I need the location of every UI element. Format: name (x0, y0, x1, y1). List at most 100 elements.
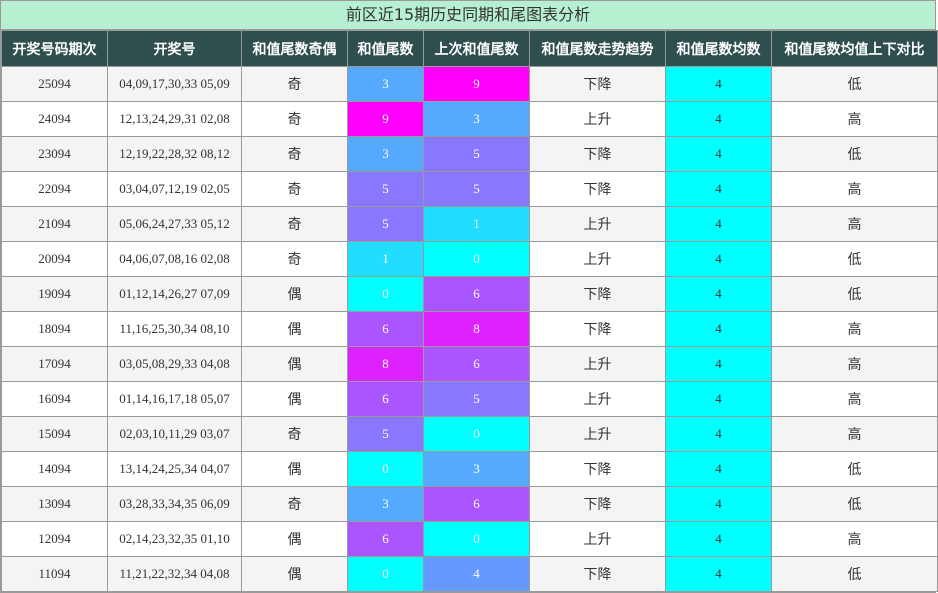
prev-tail-cell: 8 (423, 311, 530, 347)
compare-cell: 高 (771, 171, 938, 207)
issue-cell: 19094 (1, 276, 108, 312)
trend-cell: 上升 (529, 241, 666, 277)
compare-cell: 低 (771, 276, 938, 312)
compare-cell: 高 (771, 381, 938, 417)
table-row: 25094 04,09,17,30,33 05,09 奇 3 9 下降 4 低 (1, 66, 938, 102)
header-row: 开奖号码期次 开奖号 和值尾数奇偶 和值尾数 上次和值尾数 和值尾数走势趋势 和… (1, 30, 938, 67)
prev-tail-cell: 5 (423, 381, 530, 417)
tail-cell: 3 (347, 66, 424, 102)
parity-cell: 偶 (241, 521, 348, 557)
issue-cell: 18094 (1, 311, 108, 347)
table-row: 11094 11,21,22,32,34 04,08 偶 0 4 下降 4 低 (1, 556, 938, 592)
parity-cell: 偶 (241, 276, 348, 312)
page-title: 前区近15期历史同期和尾图表分析 (1, 1, 935, 30)
issue-cell: 15094 (1, 416, 108, 452)
tail-cell: 5 (347, 206, 424, 242)
parity-cell: 奇 (241, 101, 348, 137)
numbers-cell: 01,14,16,17,18 05,07 (107, 381, 242, 417)
tail-cell: 6 (347, 311, 424, 347)
issue-cell: 24094 (1, 101, 108, 137)
tail-cell: 5 (347, 171, 424, 207)
avg-cell: 4 (665, 486, 772, 522)
trend-cell: 下降 (529, 311, 666, 347)
col-header-compare: 和值尾数均值上下对比 (771, 30, 938, 67)
compare-cell: 低 (771, 556, 938, 592)
parity-cell: 偶 (241, 556, 348, 592)
issue-cell: 20094 (1, 241, 108, 277)
prev-tail-cell: 5 (423, 171, 530, 207)
trend-cell: 下降 (529, 451, 666, 487)
table-row: 16094 01,14,16,17,18 05,07 偶 6 5 上升 4 高 (1, 381, 938, 417)
trend-cell: 上升 (529, 346, 666, 382)
issue-cell: 16094 (1, 381, 108, 417)
table-row: 19094 01,12,14,26,27 07,09 偶 0 6 下降 4 低 (1, 276, 938, 312)
numbers-cell: 01,12,14,26,27 07,09 (107, 276, 242, 312)
parity-cell: 奇 (241, 171, 348, 207)
numbers-cell: 02,14,23,32,35 01,10 (107, 521, 242, 557)
issue-cell: 17094 (1, 346, 108, 382)
numbers-cell: 12,13,24,29,31 02,08 (107, 101, 242, 137)
tail-cell: 3 (347, 486, 424, 522)
numbers-cell: 13,14,24,25,34 04,07 (107, 451, 242, 487)
col-header-issue: 开奖号码期次 (1, 30, 108, 67)
trend-cell: 上升 (529, 101, 666, 137)
avg-cell: 4 (665, 206, 772, 242)
compare-cell: 低 (771, 241, 938, 277)
numbers-cell: 03,05,08,29,33 04,08 (107, 346, 242, 382)
prev-tail-cell: 1 (423, 206, 530, 242)
numbers-cell: 03,04,07,12,19 02,05 (107, 171, 242, 207)
avg-cell: 4 (665, 171, 772, 207)
parity-cell: 奇 (241, 136, 348, 172)
parity-cell: 偶 (241, 346, 348, 382)
issue-cell: 14094 (1, 451, 108, 487)
trend-cell: 上升 (529, 206, 666, 242)
trend-cell: 下降 (529, 276, 666, 312)
col-header-tail: 和值尾数 (347, 30, 424, 67)
parity-cell: 偶 (241, 311, 348, 347)
parity-cell: 奇 (241, 206, 348, 242)
parity-cell: 偶 (241, 381, 348, 417)
trend-cell: 下降 (529, 486, 666, 522)
prev-tail-cell: 4 (423, 556, 530, 592)
trend-cell: 下降 (529, 171, 666, 207)
avg-cell: 4 (665, 556, 772, 592)
avg-cell: 4 (665, 416, 772, 452)
tail-cell: 6 (347, 521, 424, 557)
table-row: 22094 03,04,07,12,19 02,05 奇 5 5 下降 4 高 (1, 171, 938, 207)
table-row: 21094 05,06,24,27,33 05,12 奇 5 1 上升 4 高 (1, 206, 938, 242)
compare-cell: 低 (771, 66, 938, 102)
table-row: 13094 03,28,33,34,35 06,09 奇 3 6 下降 4 低 (1, 486, 938, 522)
parity-cell: 奇 (241, 241, 348, 277)
prev-tail-cell: 6 (423, 346, 530, 382)
prev-tail-cell: 5 (423, 136, 530, 172)
parity-cell: 偶 (241, 451, 348, 487)
table-row: 20094 04,06,07,08,16 02,08 奇 1 0 上升 4 低 (1, 241, 938, 277)
issue-cell: 21094 (1, 206, 108, 242)
tail-cell: 9 (347, 101, 424, 137)
parity-cell: 奇 (241, 66, 348, 102)
issue-cell: 25094 (1, 66, 108, 102)
history-table: 开奖号码期次 开奖号 和值尾数奇偶 和值尾数 上次和值尾数 和值尾数走势趋势 和… (1, 30, 938, 592)
table-row: 23094 12,19,22,28,32 08,12 奇 3 5 下降 4 低 (1, 136, 938, 172)
avg-cell: 4 (665, 521, 772, 557)
numbers-cell: 12,19,22,28,32 08,12 (107, 136, 242, 172)
avg-cell: 4 (665, 101, 772, 137)
trend-cell: 上升 (529, 381, 666, 417)
parity-cell: 奇 (241, 416, 348, 452)
issue-cell: 22094 (1, 171, 108, 207)
issue-cell: 23094 (1, 136, 108, 172)
issue-cell: 12094 (1, 521, 108, 557)
avg-cell: 4 (665, 276, 772, 312)
compare-cell: 高 (771, 416, 938, 452)
prev-tail-cell: 3 (423, 101, 530, 137)
prev-tail-cell: 0 (423, 416, 530, 452)
table-row: 15094 02,03,10,11,29 03,07 奇 5 0 上升 4 高 (1, 416, 938, 452)
numbers-cell: 11,21,22,32,34 04,08 (107, 556, 242, 592)
col-header-trend: 和值尾数走势趋势 (529, 30, 666, 67)
sum-tail-analysis-panel: 前区近15期历史同期和尾图表分析 开奖号码期次 开奖号 和值尾数奇偶 和值尾数 … (0, 0, 938, 593)
trend-cell: 下降 (529, 66, 666, 102)
tail-cell: 0 (347, 451, 424, 487)
prev-tail-cell: 6 (423, 276, 530, 312)
compare-cell: 高 (771, 521, 938, 557)
numbers-cell: 11,16,25,30,34 08,10 (107, 311, 242, 347)
